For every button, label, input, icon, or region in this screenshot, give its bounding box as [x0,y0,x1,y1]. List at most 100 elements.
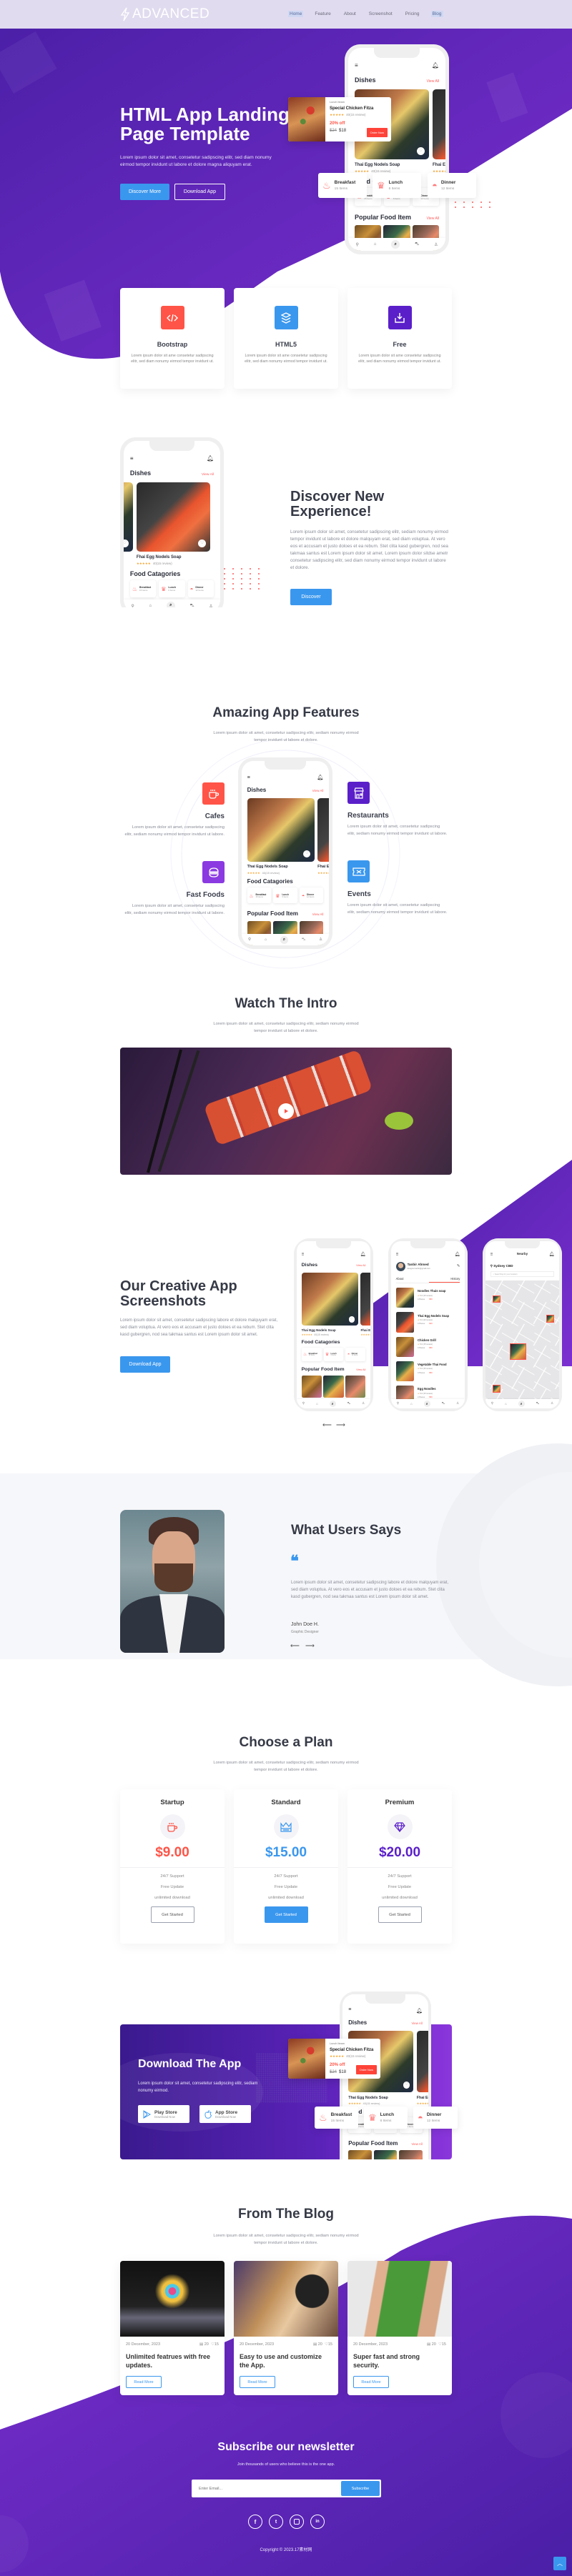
basket-icon[interactable]: ⛍ [347,1401,351,1406]
category-card-dinner[interactable]: ◓ Dinner 12 Items [413,2107,458,2129]
search-icon[interactable]: ⌕ [423,1400,430,1407]
read-more-button[interactable]: Read More [126,2376,162,2388]
get-started-button[interactable]: Get Started [264,1906,308,1923]
home-icon[interactable]: ⌂ [410,1402,413,1406]
home-icon[interactable]: ⌂ [505,1402,507,1406]
heart-icon[interactable]: ♡ [417,147,425,155]
play-button[interactable] [278,1103,294,1119]
category-chip[interactable]: ◓Dinner12 Items [187,580,214,598]
read-more-button[interactable]: Read More [240,2376,275,2388]
map-pin-marker[interactable] [493,1385,501,1393]
heart-icon[interactable]: ♡ [303,850,311,858]
category-card-breakfast[interactable]: ♨ Breakfast 15 Items [318,173,367,198]
user-icon[interactable]: ♙ [434,242,438,247]
category-card-lunch[interactable]: ♛ Lunch 6 Items [364,2107,408,2129]
view-all-link[interactable]: View All [427,79,439,84]
dish-card[interactable]: ♡Fhai Egg Nodels Soap★★★★★40(15 review) [317,797,330,875]
user-icon[interactable]: ♙ [319,938,322,942]
testimonial-next-icon[interactable]: ⟶ [305,1642,315,1650]
bell-icon[interactable]: 🔔︎ [207,455,214,462]
get-started-button[interactable]: Get Started [378,1906,422,1923]
testimonial-prev-icon[interactable]: ⟵ [290,1642,300,1650]
popular-food-image[interactable] [323,1376,344,1398]
logo[interactable]: ADVANCED [120,6,209,22]
bell-icon[interactable]: 🔔︎ [455,1252,460,1257]
heart-icon[interactable]: ♡ [403,2082,410,2089]
post-title[interactable]: Easy to use and customize the App. [240,2352,332,2369]
nav-pricing[interactable]: Pricing [404,11,421,17]
dish-card[interactable]: ♡Thai Egg Nodels Soap★★★★★40(15 review) [123,482,133,566]
location-icon[interactable]: ⚲ [248,938,251,942]
view-all-link[interactable]: View All [202,473,214,477]
location-icon[interactable]: ⚲ [397,1401,399,1406]
tab-history[interactable]: History [450,1277,460,1280]
menu-icon[interactable]: ≡ [348,2007,351,2014]
back-to-top-button[interactable]: ︿ [553,2557,566,2570]
search-icon[interactable]: ⌕ [518,1400,525,1407]
tab-about[interactable]: About [396,1277,404,1280]
category-chip[interactable]: ♨Breakfast15 Items [247,887,271,904]
discover-more-button[interactable]: Discover More [120,184,169,200]
dish-card[interactable]: ♡Fhai Egg Nodels Soap★★★★★40(15 review) [360,1272,371,1336]
twitter-icon[interactable]: t [269,2515,283,2529]
email-input[interactable] [199,2484,327,2493]
dish-card[interactable]: ♡Fhai Egg Nodels Soap★★★★★40(15 review) [136,482,211,566]
history-item[interactable]: Chicken Grill ★ 5.0 (15 review) 4 Pieces $5… [395,1336,460,1358]
prev-arrow-icon[interactable]: ⟵ [322,1421,332,1429]
promo-food-card[interactable]: Lunch Iteam Special Chicken Fitza ★★★★★ 40(… [288,2039,380,2079]
location-search-input[interactable]: ⌕ Searching for your location [490,1270,555,1277]
basket-icon[interactable]: ⛍ [442,1401,445,1406]
history-item[interactable]: Vegetable Thai Food ★ 5.0 (15 review) 4 Pi… [395,1361,460,1383]
dish-card[interactable]: ♡Thai Egg Nodels Soap★★★★★40(15 review) [301,1272,358,1336]
category-card-dinner[interactable]: ◓ Dinner 12 Items [428,173,476,198]
bell-icon[interactable]: 🔔︎ [317,774,323,780]
user-icon[interactable]: ♙ [551,1401,553,1406]
bell-icon[interactable]: 🔔︎ [360,1252,366,1257]
dish-card[interactable]: ♡Fhai Egg Nodels Soap★★★★★40(15 review) [433,89,445,174]
menu-icon[interactable]: ≡ [130,455,134,462]
view-all-link[interactable]: View All [412,2021,423,2025]
view-all-link[interactable]: View All [312,789,324,792]
map-pin-marker[interactable] [546,1315,554,1323]
read-more-button[interactable]: Read More [353,2376,389,2388]
popular-food-image[interactable] [348,2149,372,2159]
home-icon[interactable]: ⌂ [265,938,267,942]
blog-post-image[interactable] [234,2261,338,2337]
basket-icon[interactable]: ⛍ [415,242,419,247]
linkedin-icon[interactable]: in [310,2515,325,2529]
subscribe-button[interactable]: Subscribe [341,2481,380,2496]
heart-icon[interactable]: ♡ [198,539,207,547]
category-chip[interactable]: ♨Breakfast15 Items [129,580,157,598]
history-item[interactable]: Noodles Thais soap ★ 5.0 (15 review) 4 Pie… [395,1288,460,1309]
app-store-button[interactable]: App Store Download Now [199,2105,251,2123]
dish-card[interactable]: ♡Thai Egg Nodels Soap★★★★★40(15 review) [247,797,315,875]
menu-icon[interactable]: ≡ [247,774,250,780]
post-title[interactable]: Super fast and strong security. [353,2352,446,2369]
search-icon[interactable]: ⌕ [391,240,400,249]
basket-icon[interactable]: ⛍ [302,938,306,943]
category-card-breakfast[interactable]: ♨ Breakfast 15 Items [315,2107,358,2129]
order-now-button[interactable]: Order Now [366,128,388,137]
nav-feature[interactable]: Feature [313,11,332,17]
popular-food-image[interactable] [399,2149,423,2159]
search-icon[interactable]: ⌕ [329,1400,336,1407]
category-chip[interactable]: ♛Lunch6 Items [159,580,185,598]
blog-post-image[interactable] [347,2261,452,2337]
menu-icon[interactable]: ≡ [355,62,358,69]
promo-food-card[interactable]: Lunch Iteam Special Chicken Fitza ★★★★★ 40(… [288,97,391,141]
nav-about[interactable]: About [342,11,358,17]
view-all-link[interactable]: View All [412,2142,423,2146]
popular-food-image[interactable] [301,1376,322,1398]
map-pin-marker[interactable] [510,1343,526,1360]
instagram-icon[interactable] [290,2515,304,2529]
heart-icon[interactable]: ♡ [123,539,129,547]
popular-food-image[interactable] [373,2149,398,2159]
heart-icon[interactable]: ♡ [348,1316,355,1323]
category-chip[interactable]: ♛Lunch6 Items [273,887,297,904]
nav-blog[interactable]: Blog [430,11,443,17]
facebook-icon[interactable]: f [248,2515,262,2529]
view-all-link[interactable]: View All [427,217,439,221]
search-icon[interactable]: ⌕ [280,935,288,944]
home-icon[interactable]: ⌂ [316,1402,318,1406]
screenshots-download-button[interactable]: Download App [120,1356,170,1373]
